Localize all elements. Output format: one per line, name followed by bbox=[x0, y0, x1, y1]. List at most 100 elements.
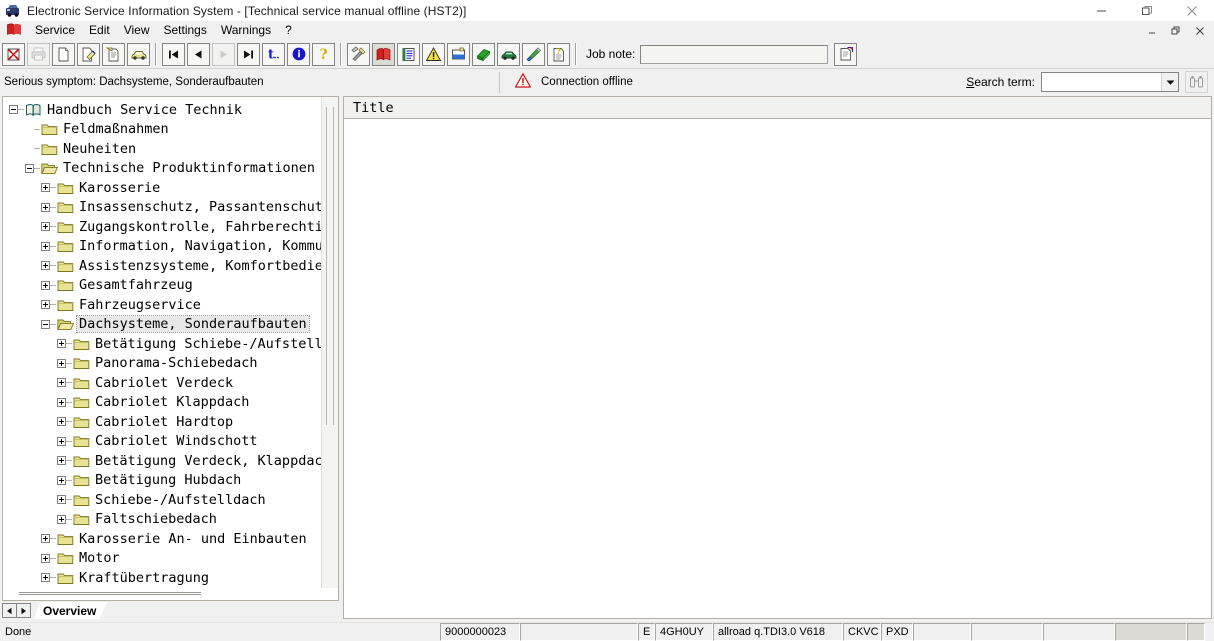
tree-expand-icon[interactable] bbox=[41, 261, 50, 270]
edit-document-icon[interactable] bbox=[77, 43, 100, 66]
mdi-minimize-button[interactable] bbox=[1140, 23, 1164, 39]
window-close-button[interactable] bbox=[1169, 0, 1214, 21]
tree-collapse-icon[interactable] bbox=[41, 320, 50, 329]
paint-icon[interactable] bbox=[522, 43, 545, 66]
tree-expand-icon[interactable] bbox=[41, 573, 50, 582]
tree-expand-icon[interactable] bbox=[57, 359, 66, 368]
service-manual-icon[interactable] bbox=[372, 43, 395, 66]
tree-expand-icon[interactable] bbox=[41, 203, 50, 212]
tree-item[interactable]: Betätigung Hubdach bbox=[3, 471, 321, 491]
chevron-down-icon[interactable] bbox=[1161, 73, 1178, 91]
menu-help[interactable]: ? bbox=[278, 21, 299, 39]
tree-expand-icon[interactable] bbox=[41, 222, 50, 231]
warning-triangle-toolbar-icon[interactable] bbox=[422, 43, 445, 66]
tree-item[interactable]: Schiebe-/Aufstelldach bbox=[3, 490, 321, 510]
tree-expand-icon[interactable] bbox=[57, 417, 66, 426]
tree-item[interactable]: Dachsysteme, Sonderaufbauten bbox=[3, 315, 321, 335]
arrow-left-icon[interactable] bbox=[2, 603, 17, 618]
tree-item[interactable]: Panorama-Schiebedach bbox=[3, 354, 321, 374]
tree-item-label: Kraftübertragung bbox=[77, 570, 211, 586]
book-green-icon[interactable] bbox=[472, 43, 495, 66]
tree-expand-icon[interactable] bbox=[57, 495, 66, 504]
tree-item[interactable]: Kraftübertragung bbox=[3, 568, 321, 588]
menu-service[interactable]: Service bbox=[28, 21, 82, 39]
search-input[interactable] bbox=[1042, 73, 1161, 91]
exit-icon[interactable] bbox=[2, 43, 25, 66]
tree-item[interactable]: Faltschiebedach bbox=[3, 510, 321, 530]
tree-expand-icon[interactable] bbox=[57, 476, 66, 485]
help-document-icon[interactable]: ? bbox=[547, 43, 570, 66]
tree-item[interactable]: Betätigung Schiebe-/Aufstelldach bbox=[3, 334, 321, 354]
window-maximize-button[interactable] bbox=[1124, 0, 1169, 21]
tree-item[interactable]: Motor bbox=[3, 549, 321, 569]
repair-list-icon[interactable] bbox=[397, 43, 420, 66]
tree-expand-icon[interactable] bbox=[57, 437, 66, 446]
status-order-number: 9000000023 bbox=[440, 623, 520, 641]
tree-expand-icon[interactable] bbox=[41, 281, 50, 290]
tree-item[interactable]: Cabriolet Klappdach bbox=[3, 393, 321, 413]
navigation-tree[interactable]: Handbuch Service TechnikFeldmaßnahmenNeu… bbox=[3, 97, 321, 588]
tree-item[interactable]: Neuheiten bbox=[3, 139, 321, 159]
tree-vscroll-thumb[interactable] bbox=[326, 107, 334, 425]
tree-expand-icon[interactable] bbox=[41, 300, 50, 309]
menu-settings[interactable]: Settings bbox=[157, 21, 214, 39]
new-document-icon[interactable] bbox=[52, 43, 75, 66]
menu-view[interactable]: View bbox=[117, 21, 157, 39]
tree-item[interactable]: Betätigung Verdeck, Klappdach bbox=[3, 451, 321, 471]
nav-first-icon[interactable] bbox=[162, 43, 185, 66]
tree-expand-icon[interactable] bbox=[41, 554, 50, 563]
tab-overview[interactable]: Overview bbox=[34, 602, 107, 619]
content-body[interactable] bbox=[344, 119, 1211, 618]
tree-item[interactable]: Assistenzsysteme, Komfortbedienung bbox=[3, 256, 321, 276]
status-resize-grip[interactable] bbox=[1187, 623, 1205, 641]
tree-expand-icon[interactable] bbox=[41, 183, 50, 192]
tree-expand-icon[interactable] bbox=[41, 242, 50, 251]
note-properties-icon[interactable] bbox=[834, 43, 857, 66]
tree-collapse-icon[interactable] bbox=[9, 105, 18, 114]
nav-last-icon[interactable] bbox=[237, 43, 260, 66]
job-note-input[interactable] bbox=[640, 45, 828, 64]
tree-item-label: Information, Navigation, Kommunikation bbox=[77, 238, 321, 254]
tree-item[interactable]: Zugangskontrolle, Fahrberechtigung bbox=[3, 217, 321, 237]
search-term-combo[interactable] bbox=[1041, 72, 1179, 92]
tree-item[interactable]: Fahrzeugservice bbox=[3, 295, 321, 315]
diagnostics-icon[interactable] bbox=[447, 43, 470, 66]
tree-item[interactable]: Karosserie An- und Einbauten bbox=[3, 529, 321, 549]
tree-hscroll-thumb[interactable] bbox=[19, 592, 201, 595]
tree-item[interactable]: Handbuch Service Technik bbox=[3, 100, 321, 120]
menu-edit[interactable]: Edit bbox=[82, 21, 117, 39]
tree-expand-icon[interactable] bbox=[41, 534, 50, 543]
vehicle-icon[interactable] bbox=[127, 43, 150, 66]
tree-vertical-scrollbar[interactable] bbox=[321, 97, 338, 588]
tree-item[interactable]: Cabriolet Hardtop bbox=[3, 412, 321, 432]
tree-expand-icon[interactable] bbox=[57, 398, 66, 407]
tree-expand-icon[interactable] bbox=[57, 456, 66, 465]
car-green-icon[interactable] bbox=[497, 43, 520, 66]
tree-item[interactable]: Insassenschutz, Passantenschutz bbox=[3, 198, 321, 218]
nav-previous-icon[interactable] bbox=[187, 43, 210, 66]
clipboard-icon[interactable] bbox=[102, 43, 125, 66]
mdi-close-button[interactable] bbox=[1188, 23, 1212, 39]
arrow-right-icon[interactable] bbox=[16, 603, 31, 618]
menu-warnings[interactable]: Warnings bbox=[214, 21, 278, 39]
tree-item[interactable]: Cabriolet Windschott bbox=[3, 432, 321, 452]
tree-item[interactable]: Technische Produktinformationen bbox=[3, 159, 321, 179]
tree-expand-icon[interactable] bbox=[57, 515, 66, 524]
folder-closed-icon bbox=[73, 512, 90, 526]
info-icon[interactable] bbox=[287, 43, 310, 66]
tree-item[interactable]: Karosserie bbox=[3, 178, 321, 198]
tree-expand-icon[interactable] bbox=[57, 378, 66, 387]
tree-item[interactable]: Gesamtfahrzeug bbox=[3, 276, 321, 296]
tree-expand-icon[interactable] bbox=[57, 339, 66, 348]
mdi-restore-button[interactable] bbox=[1164, 23, 1188, 39]
window-minimize-button[interactable] bbox=[1079, 0, 1124, 21]
tree-collapse-icon[interactable] bbox=[25, 164, 34, 173]
tree-item[interactable]: Feldmaßnahmen bbox=[3, 120, 321, 140]
text-tool-icon[interactable]: t bbox=[262, 43, 285, 66]
binoculars-search-icon[interactable] bbox=[1185, 71, 1208, 93]
tree-horizontal-scrollbar[interactable] bbox=[3, 588, 321, 600]
tools-icon[interactable] bbox=[347, 43, 370, 66]
tree-item[interactable]: Cabriolet Verdeck bbox=[3, 373, 321, 393]
tree-item[interactable]: Information, Navigation, Kommunikation bbox=[3, 237, 321, 257]
help-icon[interactable]: ? bbox=[312, 43, 335, 66]
